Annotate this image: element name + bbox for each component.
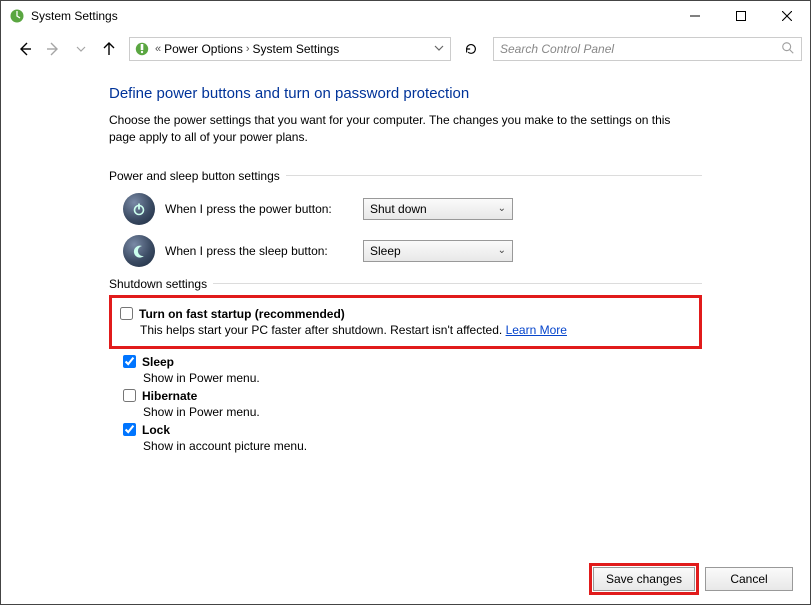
- breadcrumb[interactable]: « Power Options › System Settings: [129, 37, 451, 61]
- hibernate-checkbox[interactable]: [123, 389, 136, 402]
- sleep-button-dropdown[interactable]: Sleep ⌄: [363, 240, 513, 262]
- chevron-down-icon[interactable]: [434, 42, 444, 56]
- page-heading: Define power buttons and turn on passwor…: [109, 85, 702, 102]
- sleep-icon: [123, 235, 155, 267]
- chevron-down-icon: ⌄: [498, 245, 506, 256]
- navbar: « Power Options › System Settings: [1, 31, 810, 67]
- power-icon: [123, 193, 155, 225]
- sleep-option: Sleep Show in Power menu.: [123, 355, 702, 385]
- power-button-value: Shut down: [370, 202, 427, 216]
- fast-startup-label: Turn on fast startup (recommended): [139, 307, 345, 321]
- lock-checkbox[interactable]: [123, 423, 136, 436]
- footer-buttons: Save changes Cancel: [593, 567, 793, 591]
- forward-button[interactable]: [41, 37, 65, 61]
- chevron-down-icon: ⌄: [498, 203, 506, 214]
- learn-more-link[interactable]: Learn More: [506, 323, 567, 337]
- hibernate-sub: Show in Power menu.: [143, 405, 702, 419]
- content-area: Define power buttons and turn on passwor…: [1, 67, 810, 453]
- power-button-row: When I press the power button: Shut down…: [123, 193, 702, 225]
- save-button[interactable]: Save changes: [593, 567, 695, 591]
- sleep-button-label: When I press the sleep button:: [165, 244, 353, 258]
- hibernate-option: Hibernate Show in Power menu.: [123, 389, 702, 419]
- breadcrumb-item-power-options[interactable]: Power Options: [164, 42, 243, 56]
- breadcrumb-icon: [134, 41, 150, 57]
- chevron-left-icon: «: [155, 43, 161, 55]
- lock-label: Lock: [142, 423, 170, 437]
- cancel-button[interactable]: Cancel: [705, 567, 793, 591]
- lock-sub: Show in account picture menu.: [143, 439, 702, 453]
- highlight-box: Turn on fast startup (recommended) This …: [109, 295, 702, 349]
- refresh-button[interactable]: [459, 37, 483, 61]
- window-title: System Settings: [31, 9, 672, 23]
- search-icon: [781, 41, 795, 58]
- fast-startup-sub: This helps start your PC faster after sh…: [140, 323, 691, 337]
- back-button[interactable]: [13, 37, 37, 61]
- sleep-sub: Show in Power menu.: [143, 371, 702, 385]
- recent-dropdown-icon[interactable]: [69, 37, 93, 61]
- fast-startup-option: Turn on fast startup (recommended) This …: [120, 307, 691, 337]
- section-shutdown-title: Shutdown settings: [109, 277, 702, 291]
- lock-option: Lock Show in account picture menu.: [123, 423, 702, 453]
- sleep-button-row: When I press the sleep button: Sleep ⌄: [123, 235, 702, 267]
- up-button[interactable]: [97, 37, 121, 61]
- search-input[interactable]: [493, 37, 802, 61]
- breadcrumb-item-system-settings[interactable]: System Settings: [253, 42, 340, 56]
- power-button-dropdown[interactable]: Shut down ⌄: [363, 198, 513, 220]
- minimize-button[interactable]: [672, 1, 718, 31]
- app-icon: [9, 8, 25, 24]
- search-field[interactable]: [500, 42, 781, 56]
- page-description: Choose the power settings that you want …: [109, 112, 689, 147]
- sleep-button-value: Sleep: [370, 244, 401, 258]
- maximize-button[interactable]: [718, 1, 764, 31]
- sleep-checkbox[interactable]: [123, 355, 136, 368]
- sleep-label: Sleep: [142, 355, 174, 369]
- titlebar: System Settings: [1, 1, 810, 31]
- chevron-right-icon: ›: [246, 43, 250, 55]
- fast-startup-checkbox[interactable]: [120, 307, 133, 320]
- close-button[interactable]: [764, 1, 810, 31]
- section-power-sleep-title: Power and sleep button settings: [109, 169, 702, 183]
- hibernate-label: Hibernate: [142, 389, 197, 403]
- power-button-label: When I press the power button:: [165, 202, 353, 216]
